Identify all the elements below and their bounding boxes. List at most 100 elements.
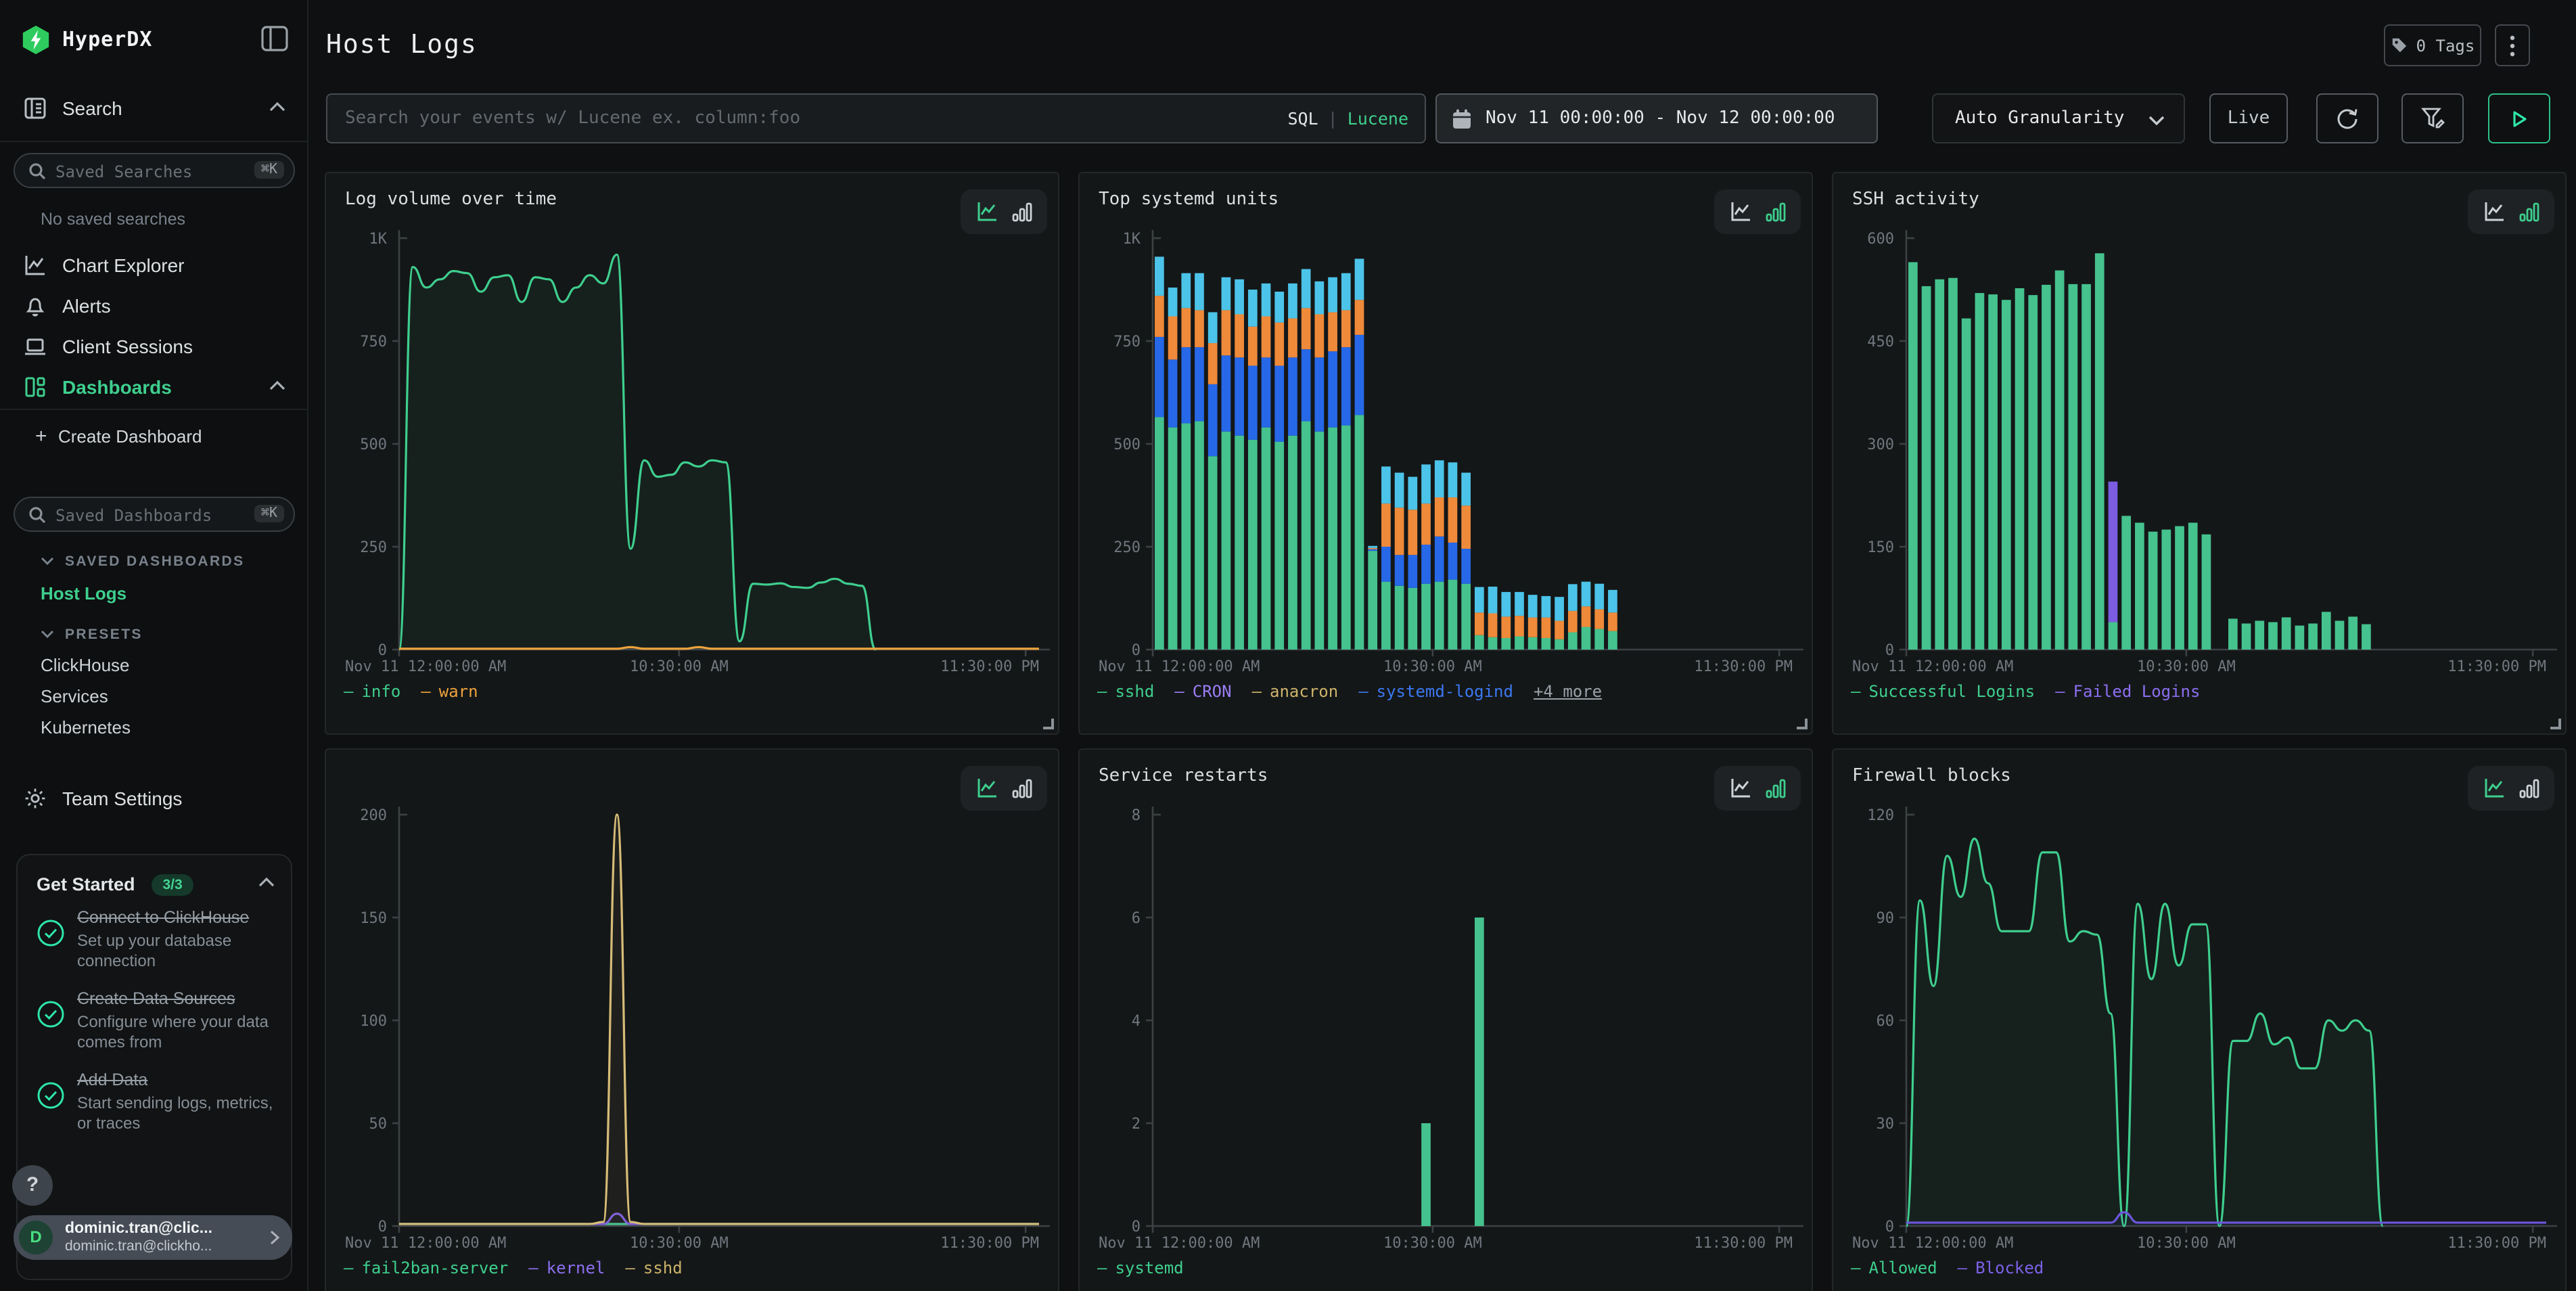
bar-chart-toggle-icon[interactable] [1010, 777, 1033, 800]
section-saved-dashboards[interactable]: SAVED DASHBOARDS [0, 551, 307, 572]
chart-type-toggle [2468, 766, 2554, 811]
sidebar-item-label: Dashboards [62, 376, 172, 398]
chart-panel-systemd-units: Top systemd units 1K7505002500Nov 11 12:… [1078, 172, 1813, 735]
collapse-sidebar-icon[interactable] [261, 26, 288, 51]
saved-dashboards-input[interactable]: Saved Dashboards ⌘K [14, 497, 295, 532]
run-query-button[interactable] [2488, 93, 2550, 143]
search-placeholder: Search your events w/ Lucene ex. column:… [345, 108, 800, 129]
chart-canvas[interactable]: 1K7505002500Nov 11 12:00:00 AM10:30:00 A… [326, 173, 1061, 736]
sidebar-item-host-logs[interactable]: Host Logs [41, 583, 127, 604]
svg-text:30: 30 [1877, 1116, 1895, 1133]
get-started-title: Get Started [37, 874, 135, 894]
line-chart-toggle-icon[interactable] [2482, 200, 2505, 223]
svg-text:11:30:00 PM: 11:30:00 PM [2447, 658, 2546, 675]
resize-handle[interactable] [1797, 719, 1808, 729]
legend-item[interactable]: —fail2ban-server [344, 1259, 508, 1277]
svg-text:0: 0 [1132, 1219, 1141, 1236]
tags-button[interactable]: 0 Tags [2384, 24, 2481, 66]
user-email: dominic.tran@clickho... [65, 1238, 212, 1254]
refresh-button[interactable] [2316, 93, 2378, 143]
sidebar-item-client-sessions[interactable]: Client Sessions [0, 329, 307, 364]
legend-item[interactable]: —systemd-logind [1358, 682, 1513, 701]
legend-dash: — [1358, 682, 1368, 701]
legend-item[interactable]: —info [344, 682, 400, 701]
sidebar-item-label: Client Sessions [62, 336, 193, 357]
sidebar-item-chart-explorer[interactable]: Chart Explorer [0, 248, 307, 283]
user-menu[interactable]: D dominic.tran@clic... dominic.tran@clic… [14, 1215, 292, 1260]
line-chart-toggle-icon[interactable] [2482, 777, 2505, 800]
lucene-toggle[interactable]: Lucene [1348, 108, 1408, 129]
legend-item[interactable]: —Failed Logins [2055, 682, 2200, 701]
resize-handle[interactable] [1043, 719, 1054, 729]
svg-text:10:30:00 AM: 10:30:00 AM [630, 658, 729, 675]
sidebar-item-team-settings[interactable]: Team Settings [0, 781, 307, 816]
svg-text:0: 0 [1885, 1219, 1894, 1236]
section-presets[interactable]: PRESETS [0, 624, 307, 646]
chart-panel-ssh-activity: SSH activity 6004503001500Nov 11 12:00:0… [1832, 172, 2567, 735]
legend-item[interactable]: —sshd [1097, 682, 1154, 701]
filter-edit-button[interactable] [2401, 93, 2464, 143]
panel-menu-button[interactable] [2495, 24, 2530, 66]
create-dashboard-label: Create Dashboard [58, 426, 202, 447]
chart-canvas[interactable]: 1K7505002500Nov 11 12:00:00 AM10:30:00 A… [1080, 173, 1814, 736]
date-range-picker[interactable]: Nov 11 00:00:00 - Nov 12 00:00:00 [1435, 93, 1878, 143]
bar-chart-toggle-icon[interactable] [2517, 777, 2540, 800]
bar-chart-toggle-icon[interactable] [1764, 200, 1787, 223]
legend-item[interactable]: —kernel [528, 1259, 605, 1277]
resize-handle[interactable] [2550, 719, 2561, 729]
chart-canvas[interactable]: 1209060300Nov 11 12:00:00 AM10:30:00 AM1… [1833, 750, 2568, 1291]
sidebar-item-clickhouse[interactable]: ClickHouse [41, 655, 130, 675]
legend-item[interactable]: —Allowed [1851, 1259, 1937, 1277]
get-started-step-connect[interactable]: Connect to ClickHouse Set up your databa… [18, 896, 291, 977]
sidebar-item-alerts[interactable]: Alerts [0, 288, 307, 323]
create-dashboard-button[interactable]: + Create Dashboard [0, 422, 307, 452]
help-button[interactable]: ? [12, 1165, 53, 1206]
get-started-step-add-data[interactable]: Add Data Start sending logs, metrics, or… [18, 1058, 291, 1139]
line-chart-toggle-icon[interactable] [975, 777, 998, 800]
sidebar-item-kubernetes[interactable]: Kubernetes [41, 717, 131, 738]
svg-text:Nov 11 12:00:00 AM: Nov 11 12:00:00 AM [1852, 1235, 2013, 1252]
svg-text:750: 750 [360, 334, 387, 350]
svg-text:200: 200 [360, 807, 387, 824]
sidebar-item-search[interactable]: Search [0, 91, 307, 126]
line-chart-toggle-icon[interactable] [1728, 777, 1751, 800]
bell-icon [23, 294, 47, 318]
live-button[interactable]: Live [2209, 93, 2288, 143]
sidebar-item-services[interactable]: Services [41, 686, 108, 706]
event-search-input[interactable]: Search your events w/ Lucene ex. column:… [326, 93, 1426, 143]
saved-searches-input[interactable]: Saved Searches ⌘K [14, 153, 295, 188]
line-chart-toggle-icon[interactable] [1728, 200, 1751, 223]
legend-item[interactable]: —sshd [625, 1259, 682, 1277]
legend-item[interactable]: —anacron [1252, 682, 1339, 701]
granularity-select[interactable]: Auto Granularity [1932, 93, 2185, 143]
gear-icon [23, 786, 47, 811]
bar-chart-toggle-icon[interactable] [1010, 200, 1033, 223]
legend-item[interactable]: —Blocked [1958, 1259, 2044, 1277]
chart-legend: —Successful Logins —Failed Logins [1851, 682, 2200, 701]
svg-text:11:30:00 PM: 11:30:00 PM [940, 1235, 1039, 1252]
filter-edit-icon [2420, 106, 2445, 131]
chart-canvas[interactable]: 6004503001500Nov 11 12:00:00 AM10:30:00 … [1833, 173, 2568, 736]
legend-item[interactable]: —warn [421, 682, 478, 701]
sidebar-item-dashboards[interactable]: Dashboards [0, 369, 307, 405]
bar-chart-toggle-icon[interactable] [1764, 777, 1787, 800]
line-chart-toggle-icon[interactable] [975, 200, 998, 223]
legend-item[interactable]: —CRON [1174, 682, 1231, 701]
sidebar-item-label: Chart Explorer [62, 254, 185, 276]
legend-item[interactable]: —systemd [1097, 1259, 1184, 1277]
chevron-up-icon [269, 380, 285, 391]
legend-item[interactable]: —Successful Logins [1851, 682, 2035, 701]
toolbar: Search your events w/ Lucene ex. column:… [310, 93, 2576, 143]
chart-canvas[interactable]: 200150100500Nov 11 12:00:00 AM10:30:00 A… [326, 750, 1061, 1291]
legend-more-link[interactable]: +4 more [1534, 682, 1602, 701]
bar-chart-toggle-icon[interactable] [2517, 200, 2540, 223]
get-started-step-sources[interactable]: Create Data Sources Configure where your… [18, 977, 291, 1058]
chevron-up-icon[interactable] [258, 877, 275, 888]
svg-text:1K: 1K [369, 231, 388, 248]
chart-canvas[interactable]: 86420Nov 11 12:00:00 AM10:30:00 AM11:30:… [1080, 750, 1814, 1291]
svg-text:90: 90 [1877, 910, 1895, 927]
sql-toggle[interactable]: SQL [1287, 108, 1318, 129]
svg-text:Nov 11 12:00:00 AM: Nov 11 12:00:00 AM [345, 658, 506, 675]
date-range-value: Nov 11 00:00:00 - Nov 12 00:00:00 [1486, 108, 1835, 129]
svg-text:750: 750 [1113, 334, 1141, 350]
